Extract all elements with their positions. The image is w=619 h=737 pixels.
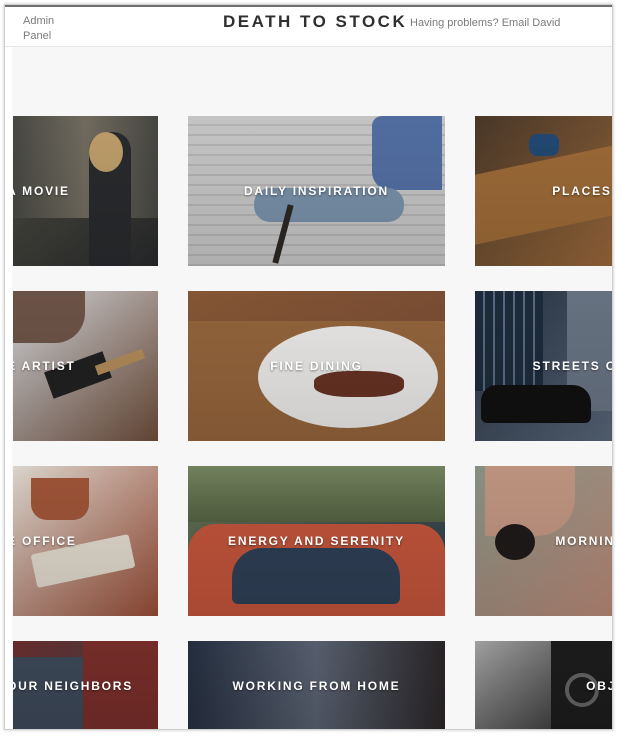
collection-tile-laptop-work[interactable]: WORKING FROM HOME (188, 641, 445, 729)
collection-tile-label: ENERGY AND SERENITY (228, 534, 405, 548)
collection-tile-label: STREETS OF (532, 359, 612, 373)
collection-tile-hands-coffee[interactable]: MORNING (475, 466, 612, 616)
collection-tile-label: DAILY INSPIRATION (243, 184, 390, 198)
collection-tile-couple-walking[interactable]: A MOVIE (13, 116, 158, 266)
collection-tile-dinner-plate[interactable]: FINE DINING (188, 291, 445, 441)
page-left-margin (5, 47, 12, 729)
collection-tile-label: E OFFICE (13, 534, 77, 548)
collection-tile-woman-on-chair[interactable]: DAILY INSPIRATION (188, 116, 445, 266)
collection-tile-label: FINE DINING (270, 359, 363, 373)
collection-tile-desk-notebook[interactable]: E OFFICE (13, 466, 158, 616)
collection-tile-label: E ARTIST (13, 359, 76, 373)
collection-tile-city-street[interactable]: STREETS OF (475, 291, 612, 441)
collection-tile-kitchen-counter[interactable]: PLACES T (475, 116, 612, 266)
admin-panel-link[interactable]: Admin Panel (23, 14, 83, 44)
collection-tile-van-nature[interactable]: ENERGY AND SERENITY (188, 466, 445, 616)
collection-tile-label: A MOVIE (13, 184, 70, 198)
collection-tile-label: PLACES T (552, 184, 612, 198)
browser-window: Admin Panel DEATH TO STOCK Having proble… (4, 4, 613, 730)
collection-tile-label: WORKING FROM HOME (232, 679, 401, 693)
collection-tile-neighbors[interactable]: OUR NEIGHBORS (13, 641, 158, 729)
collection-tile-label: OUR NEIGHBORS (13, 679, 134, 693)
collection-tile-label: OBJE (586, 679, 612, 693)
help-email-link[interactable]: Having problems? Email David (410, 17, 560, 29)
site-header: Admin Panel DEATH TO STOCK Having proble… (5, 5, 612, 47)
collection-tile-paintbrush[interactable]: E ARTIST (13, 291, 158, 441)
site-title: DEATH TO STOCK (223, 12, 408, 31)
collection-tile-label: MORNING (555, 534, 612, 548)
collection-tile-camera-objects[interactable]: OBJE (475, 641, 612, 729)
